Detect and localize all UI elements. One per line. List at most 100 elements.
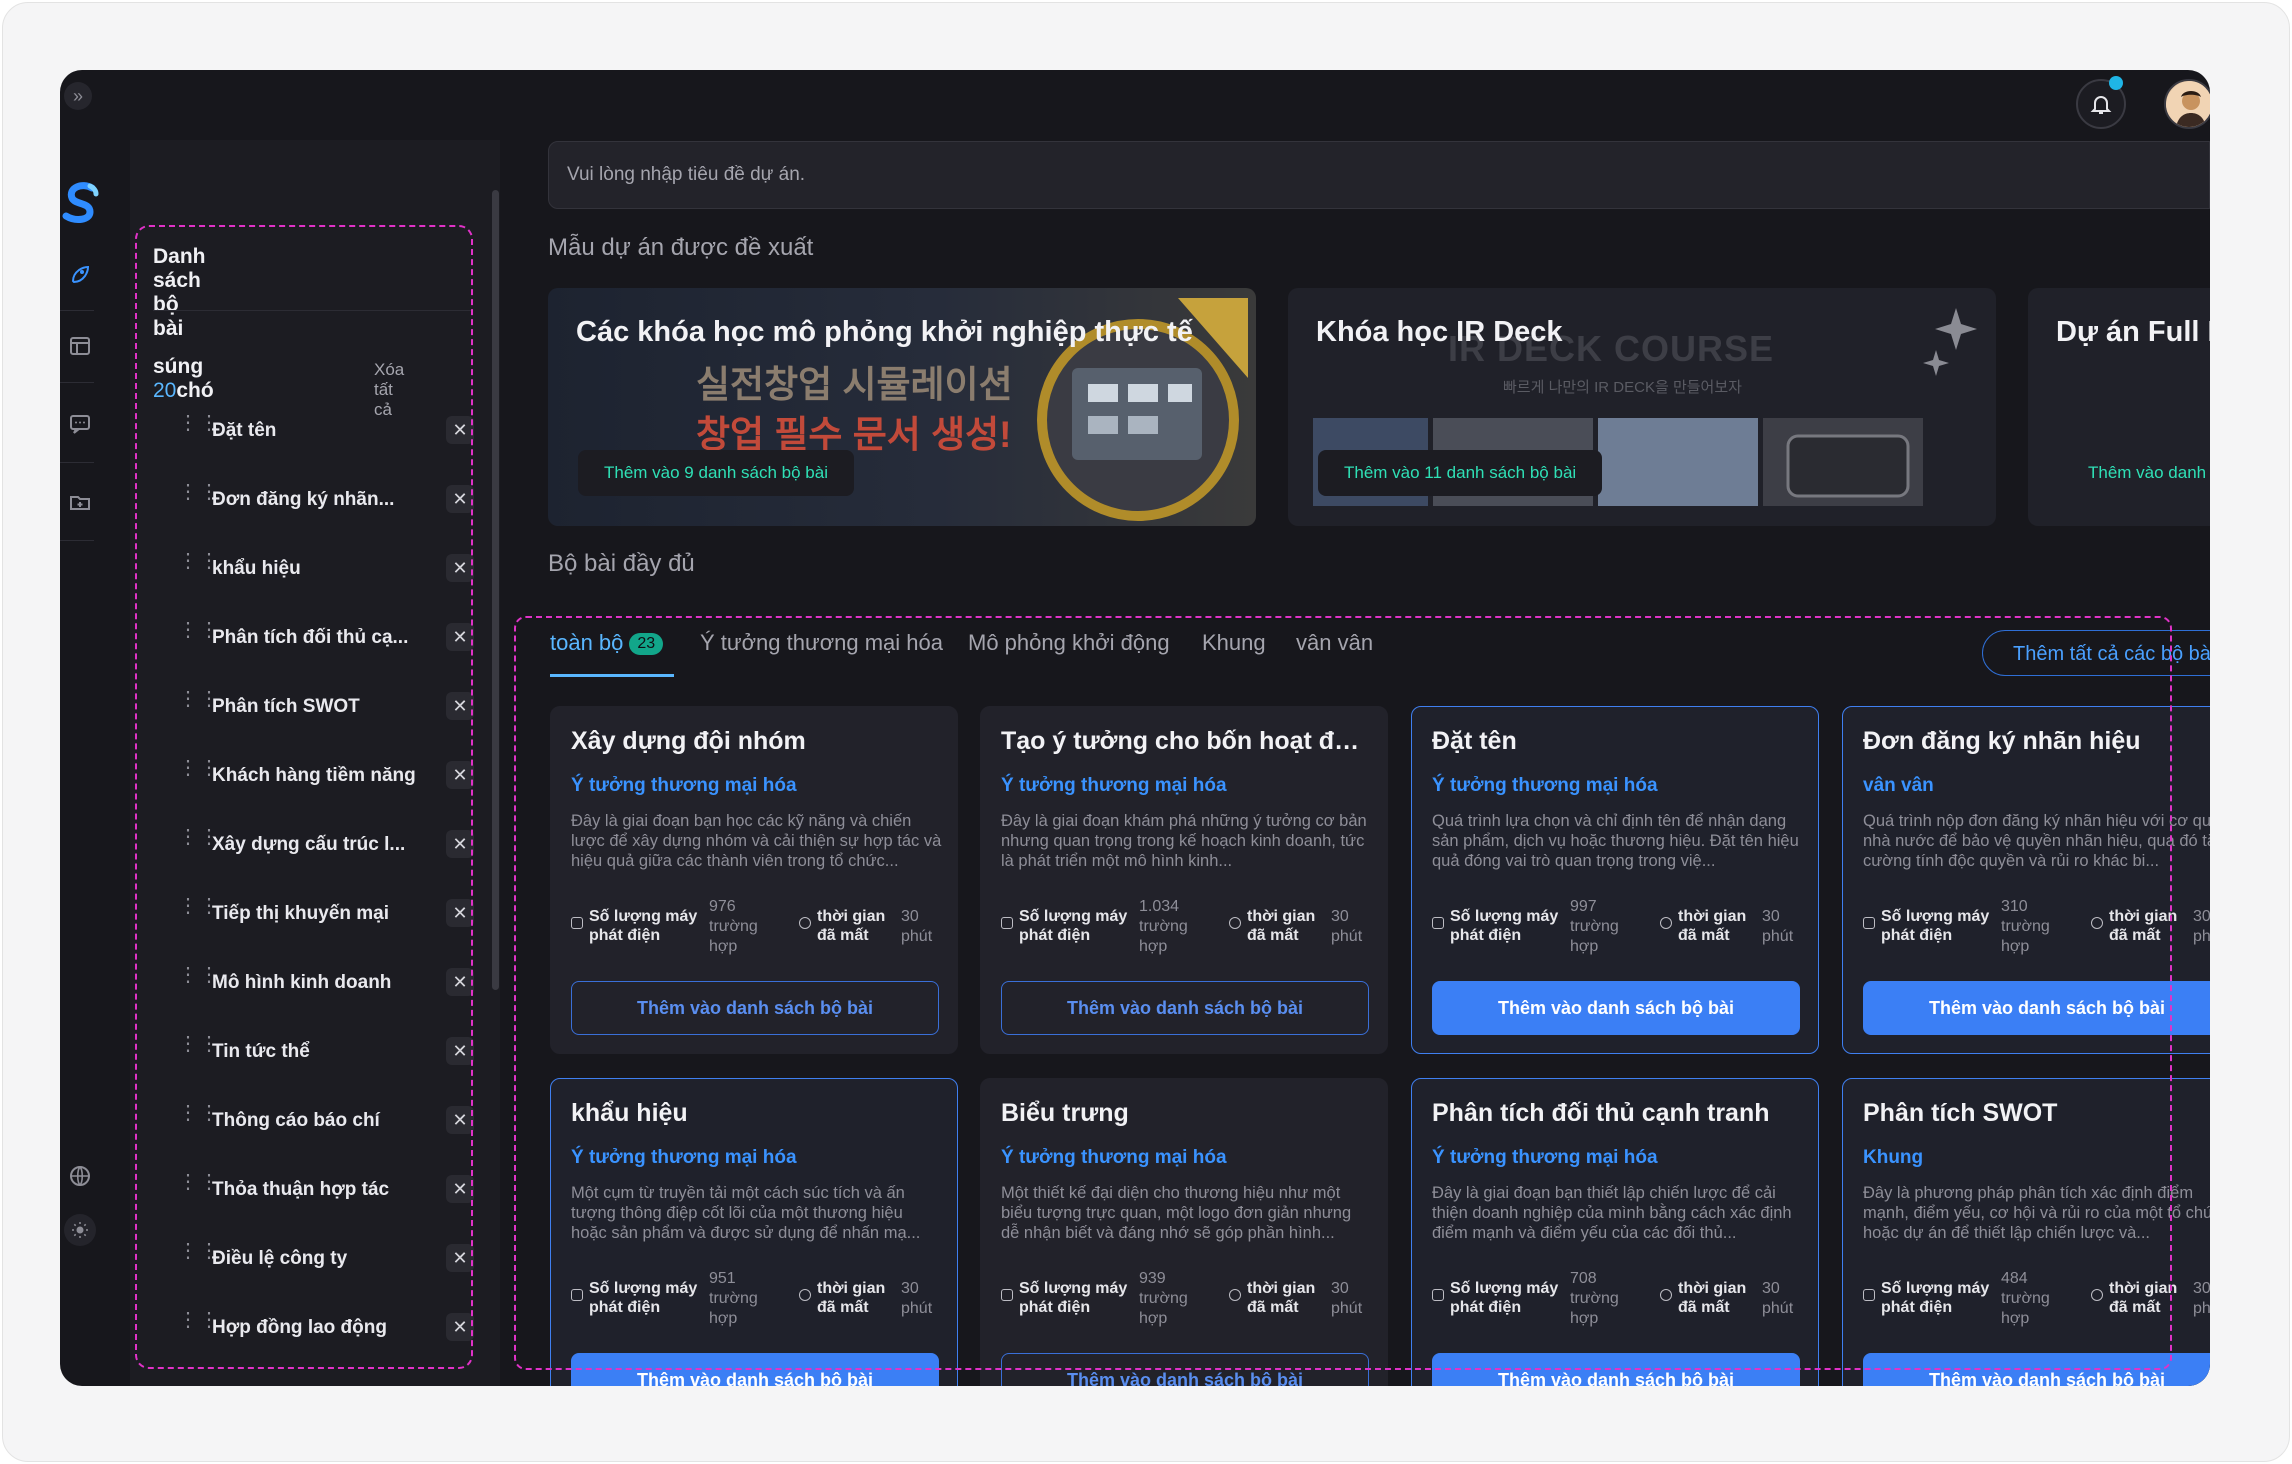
template-title: Khóa học IR Deck	[1316, 316, 1563, 348]
template-title: Các khóa học mô phỏng khởi nghiệp thực t…	[576, 316, 1193, 348]
clock-icon	[799, 917, 811, 929]
rail-divider	[60, 310, 94, 311]
deck-card-description: Một thiết kế đại diện cho thương hiệu nh…	[1001, 1184, 1352, 1242]
clock-icon	[1229, 1289, 1241, 1301]
time-value: 30phút	[2193, 908, 2210, 945]
deck-card[interactable]: khẩu hiệu Ý tưởng thương mại hóa Một cụm t…	[550, 1078, 958, 1386]
time-label: thời gian đã mất	[1247, 908, 1316, 944]
rocket-icon[interactable]	[64, 258, 96, 290]
time-label: thời gian đã mất	[2109, 908, 2178, 944]
add-to-deck-list-button[interactable]: Thêm vào danh sách bộ bài	[1432, 1353, 1800, 1386]
add-to-deck-list-button[interactable]: Thêm vào danh sách bộ bài	[1432, 981, 1800, 1035]
time-label: thời gian đã mất	[2109, 1280, 2178, 1316]
tab-all[interactable]: toàn bộ 23	[550, 630, 664, 656]
time-label: thời gian đã mất	[1247, 1280, 1316, 1316]
tab-etc[interactable]: vân vân	[1296, 630, 1373, 656]
deck-card-title: khẩu hiệu	[571, 1099, 688, 1127]
deck-card-title: Đơn đăng ký nhãn hiệu	[1863, 727, 2141, 755]
add-to-deck-list-button[interactable]: Thêm vào danh sách bộ bài	[1001, 981, 1369, 1035]
time-value: 30phút	[1331, 1280, 1363, 1317]
machines-label: Số lượng máy phát điện	[1019, 1280, 1128, 1316]
clock-icon	[1229, 917, 1241, 929]
deck-card-description: Đây là giai đoạn khám phá những ý tưởng …	[1001, 812, 1367, 870]
deck-card[interactable]: Phân tích đối thủ cạnh tranh Ý tưởng thươ…	[1411, 1078, 1819, 1386]
machines-value: 997 trường hợp	[1570, 898, 1619, 955]
template-title: Dự án Full D	[2056, 316, 2210, 348]
user-avatar[interactable]	[2164, 79, 2210, 129]
clock-icon	[2091, 1289, 2103, 1301]
time-value: 30phút	[2193, 1280, 2210, 1317]
add-folder-icon[interactable]	[64, 486, 96, 518]
add-to-deck-list-button[interactable]: Thêm vào danh sách bộ bài	[1863, 981, 2210, 1035]
clock-icon	[1660, 1289, 1672, 1301]
deck-card-category: Ý tưởng thương mại hóa	[1432, 1147, 1658, 1168]
template-add-badge: Thêm vào 11 danh sách bộ bài	[1318, 450, 1603, 496]
time-value: 30phút	[901, 1280, 933, 1317]
template-add-badge: Thêm vào danh	[2088, 463, 2207, 482]
theme-toggle-icon[interactable]	[64, 1214, 96, 1246]
lock-icon	[1001, 917, 1013, 929]
machines-value: 1.034 trường hợp	[1139, 898, 1188, 955]
machines-label: Số lượng máy phát điện	[1450, 908, 1559, 944]
machines-label: Số lượng máy phát điện	[589, 908, 698, 944]
suggested-templates-title: Mẫu dự án được đề xuất	[548, 234, 814, 261]
template-add-badge: Thêm vào 9 danh sách bộ bài	[578, 450, 854, 496]
top-bar: »	[60, 70, 2210, 140]
expand-sidebar-icon[interactable]: »	[64, 82, 92, 110]
tab-framework[interactable]: Khung	[1202, 630, 1266, 656]
logo-icon	[62, 182, 99, 223]
app-logo[interactable]	[60, 180, 100, 224]
deck-card-title: Phân tích SWOT	[1863, 1099, 2058, 1127]
deck-card-description: Đây là giai đoạn bạn học các kỹ năng và …	[571, 812, 942, 870]
machines-value: 708 trường hợp	[1570, 1270, 1619, 1327]
deck-card[interactable]: Đơn đăng ký nhãn hiệu vân vân Quá trình nộ…	[1842, 706, 2210, 1054]
deck-card[interactable]: Đặt tên Ý tưởng thương mại hóa Quá trình l…	[1411, 706, 1819, 1054]
template-card[interactable]: IR DECK COURSE 빠르게 나만의 IR DECK을 만들어보자 Kh…	[1288, 288, 1996, 526]
template-icon[interactable]	[64, 330, 96, 362]
lock-icon	[571, 1289, 583, 1301]
lock-icon	[1432, 917, 1444, 929]
add-to-deck-list-button[interactable]: Thêm vào danh sách bộ bài	[571, 1353, 939, 1386]
clock-icon	[2091, 917, 2103, 929]
add-to-deck-list-button[interactable]: Thêm vào danh sách bộ bài	[1863, 1353, 2210, 1386]
project-title-input[interactable]: Vui lòng nhập tiêu đề dự án.	[548, 141, 2210, 209]
lock-icon	[1001, 1289, 1013, 1301]
deck-card[interactable]: Biểu trưng Ý tưởng thương mại hóa Một thiế…	[980, 1078, 1388, 1386]
time-label: thời gian đã mất	[817, 1280, 886, 1316]
lock-icon	[1863, 1289, 1875, 1301]
tab-commercialization[interactable]: Ý tưởng thương mại hóa	[700, 630, 943, 656]
add-to-deck-list-button[interactable]: Thêm vào danh sách bộ bài	[1001, 1353, 1369, 1386]
time-value: 30phút	[1762, 1280, 1794, 1317]
deck-card-category: Ý tưởng thương mại hóa	[1001, 775, 1227, 796]
add-all-decks-button[interactable]: Thêm tất cả các bộ bài	[1982, 630, 2210, 676]
time-value: 30phút	[1331, 908, 1363, 945]
app-window: » Danh sách bộ bài súng 20chó Xóa tất cả…	[60, 70, 2210, 1386]
time-label: thời gian đã mất	[1678, 908, 1747, 944]
deck-card-description: Quá trình nộp đơn đăng ký nhãn hiệu với …	[1863, 812, 2210, 870]
machines-label: Số lượng máy phát điện	[1881, 908, 1990, 944]
deck-card-description: Một cụm từ truyền tải một cách súc tích …	[571, 1184, 921, 1242]
deck-card-category: Khung	[1863, 1147, 1924, 1168]
deck-card[interactable]: Xây dựng đội nhóm Ý tưởng thương mại hóa Đ…	[550, 706, 958, 1054]
globe-icon[interactable]	[64, 1160, 96, 1192]
tab-startup-simulation[interactable]: Mô phỏng khởi động	[968, 630, 1170, 656]
active-tab-indicator	[550, 674, 674, 677]
template-banner-text: 실전창업 시뮬레이션 창업 필수 문서 생성!	[696, 364, 1013, 455]
time-value: 30phút	[901, 908, 933, 945]
time-label: thời gian đã mất	[817, 908, 886, 944]
full-deck-title: Bộ bài đầy đủ	[548, 550, 695, 577]
sidebar-scrollbar[interactable]	[492, 190, 499, 990]
add-to-deck-list-button[interactable]: Thêm vào danh sách bộ bài	[571, 981, 939, 1035]
deck-card-category: Ý tưởng thương mại hóa	[1432, 775, 1658, 796]
time-value: 30phút	[1762, 908, 1794, 945]
deck-card[interactable]: Tạo ý tưởng cho bốn hoạt động... Ý tưởng …	[980, 706, 1388, 1054]
deck-card[interactable]: Phân tích SWOT Khung Đây là phương pháp ph…	[1842, 1078, 2210, 1386]
chat-icon[interactable]	[64, 408, 96, 440]
clock-icon	[799, 1289, 811, 1301]
deck-card-category: Ý tưởng thương mại hóa	[1001, 1147, 1227, 1168]
machines-label: Số lượng máy phát điện	[1450, 1280, 1559, 1316]
time-label: thời gian đã mất	[1678, 1280, 1747, 1316]
clock-icon	[1660, 917, 1672, 929]
template-card[interactable]: Dự án Full D Thêm vào danh	[2028, 288, 2210, 526]
template-card[interactable]: Các khóa học mô phỏng khởi nghiệp thực t…	[548, 288, 1256, 526]
